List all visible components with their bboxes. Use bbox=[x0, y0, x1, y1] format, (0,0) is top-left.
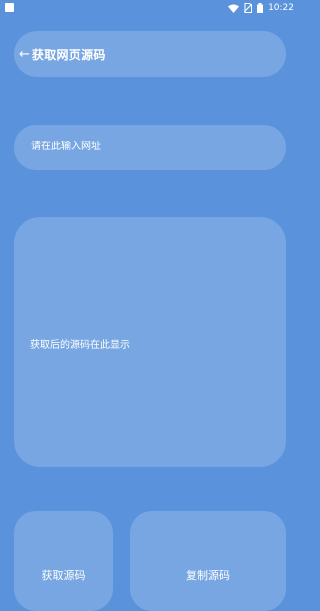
copy-source-button[interactable]: 复制源码 bbox=[130, 511, 286, 611]
url-input-container[interactable] bbox=[14, 125, 286, 170]
copy-source-label: 复制源码 bbox=[186, 569, 230, 582]
back-arrow-icon[interactable]: ← bbox=[19, 48, 30, 61]
url-input[interactable] bbox=[31, 141, 270, 152]
battery-icon bbox=[257, 3, 264, 13]
header-bar: ← 获取网页源码 bbox=[14, 31, 286, 77]
fetch-source-button[interactable]: 获取源码 bbox=[14, 511, 113, 611]
notification-square-icon bbox=[5, 3, 14, 12]
status-bar: 10:22 bbox=[0, 0, 300, 16]
fetch-source-label: 获取源码 bbox=[41, 569, 86, 582]
no-sim-icon bbox=[244, 3, 253, 13]
page-title: 获取网页源码 bbox=[31, 47, 106, 62]
source-display-area[interactable]: 获取后的源码在此显示 bbox=[14, 217, 286, 467]
status-time: 10:22 bbox=[268, 3, 294, 13]
status-icons: 10:22 bbox=[228, 1, 294, 15]
wifi-icon bbox=[228, 4, 240, 13]
source-display-placeholder: 获取后的源码在此显示 bbox=[30, 339, 130, 351]
